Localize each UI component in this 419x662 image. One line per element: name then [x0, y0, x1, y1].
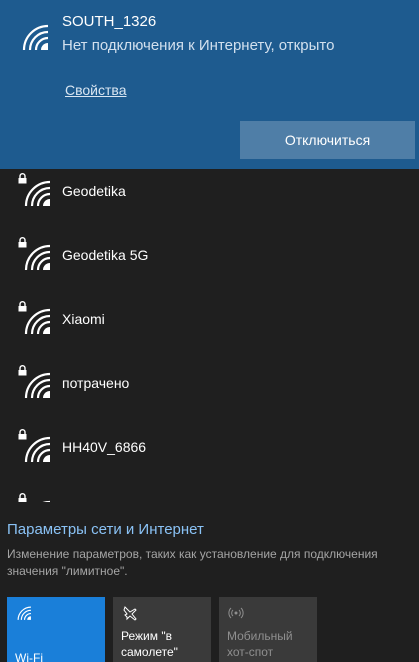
network-name: Xiaomi — [62, 311, 105, 327]
network-item-hh40v[interactable]: HH40V_6866 — [0, 416, 419, 480]
network-settings-description: Изменение параметров, таких как установл… — [7, 547, 378, 578]
airplane-icon — [123, 606, 137, 621]
network-item-geodetika-5g[interactable]: Geodetika 5G — [0, 224, 419, 288]
wifi-secured-icon — [22, 242, 52, 272]
wifi-secured-icon — [22, 370, 52, 400]
connected-network-panel[interactable]: SOUTH_1326 Нет подключения к Интернету, … — [0, 0, 419, 169]
wifi-secured-icon — [22, 306, 52, 336]
network-item-xiaomi[interactable]: Xiaomi — [0, 288, 419, 352]
wifi-secured-icon — [22, 178, 52, 208]
tile-label: Wi-Fi — [15, 651, 43, 662]
network-item-potracheno[interactable]: потрачено — [0, 352, 419, 416]
network-settings-link[interactable]: Параметры сети и Интернет — [7, 521, 204, 538]
tile-label: Мобильный хот-спот — [227, 629, 293, 659]
wifi-toggle-tile[interactable]: Wi-Fi — [7, 597, 105, 662]
properties-link[interactable]: Свойства — [65, 82, 126, 98]
wifi-signal-icon — [20, 22, 50, 52]
network-name: HH40V_6866 — [62, 439, 147, 455]
hotspot-icon — [228, 607, 244, 619]
network-name: Geodetika 5G — [62, 247, 149, 263]
tile-label: Режим "в самолете" — [121, 629, 178, 659]
wifi-icon — [16, 605, 32, 621]
disconnect-button[interactable]: Отключиться — [240, 121, 415, 159]
airplane-mode-tile[interactable]: Режим "в самолете" — [113, 597, 211, 662]
network-item-geodetika[interactable]: Geodetika — [0, 160, 419, 224]
wifi-secured-icon — [22, 498, 52, 502]
network-name: Geodetika — [62, 183, 126, 199]
wifi-secured-icon — [22, 434, 52, 464]
connected-ssid: SOUTH_1326 — [62, 13, 157, 30]
network-flyout: SOUTH_1326 Нет подключения к Интернету, … — [0, 0, 419, 662]
network-item-partial[interactable] — [0, 480, 419, 502]
mobile-hotspot-tile[interactable]: Мобильный хот-спот — [219, 597, 317, 662]
connection-status: Нет подключения к Интернету, открыто — [62, 37, 335, 54]
network-name: потрачено — [62, 375, 130, 391]
